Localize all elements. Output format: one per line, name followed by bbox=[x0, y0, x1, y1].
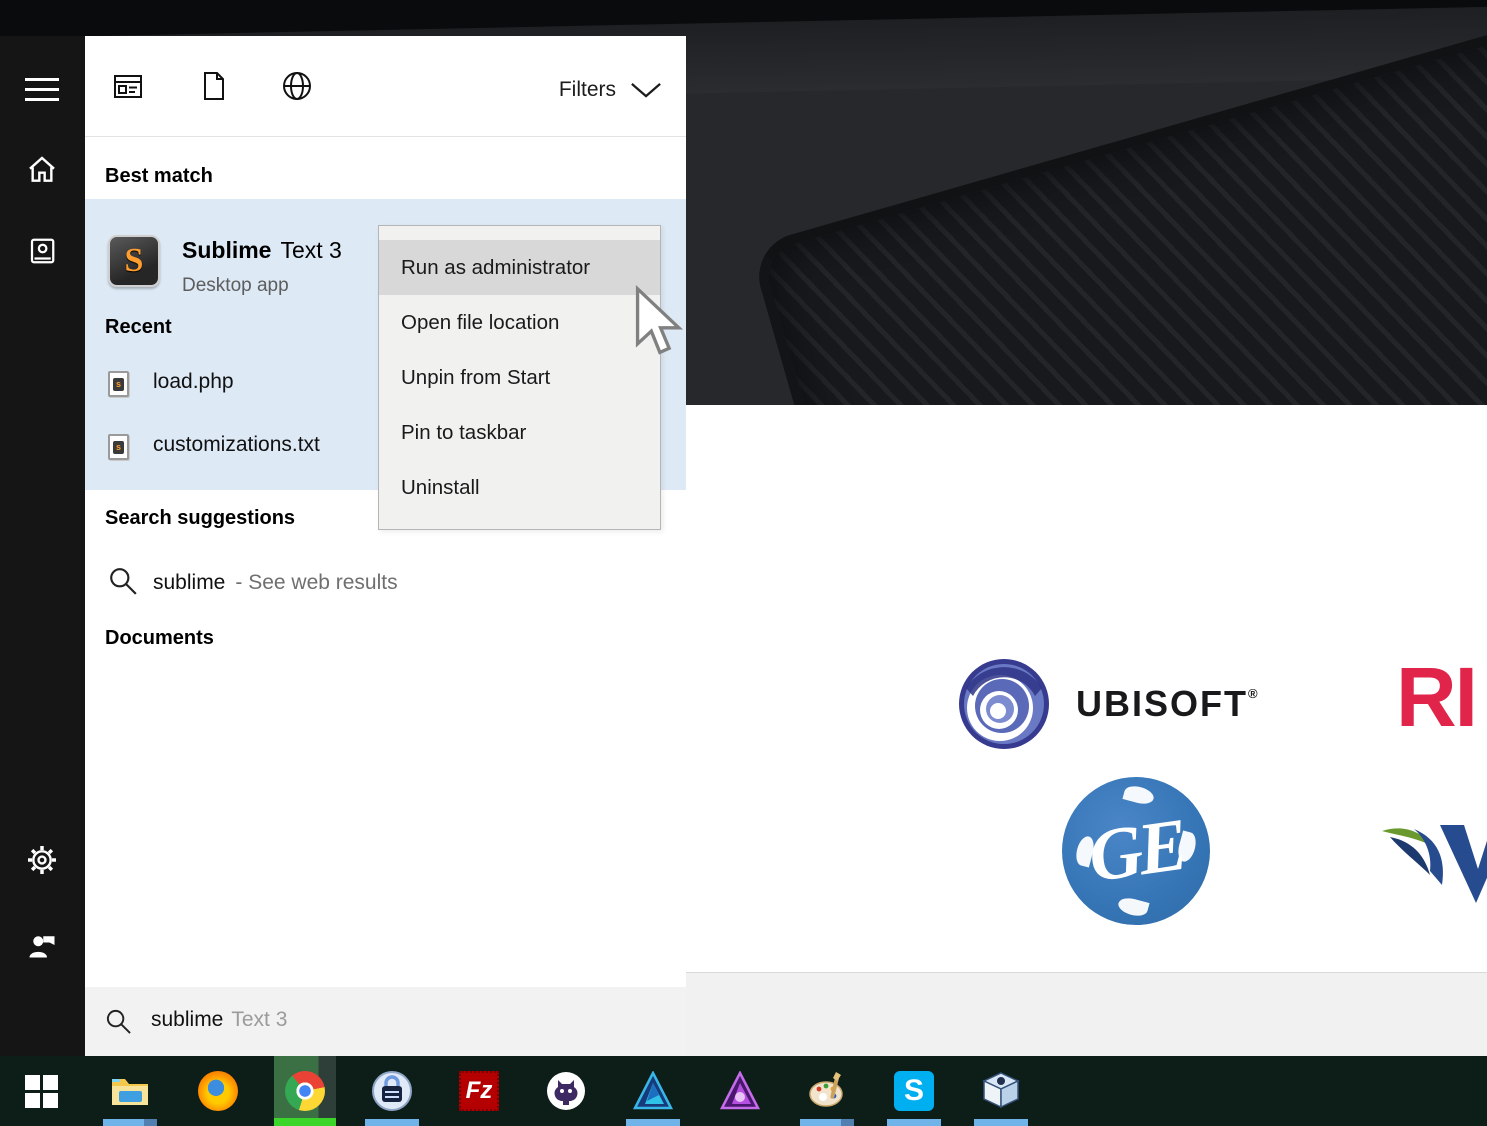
paint-palette-icon bbox=[807, 1071, 847, 1111]
github-icon bbox=[546, 1071, 586, 1111]
search-input-value: sublimeText 3 bbox=[151, 1008, 287, 1032]
context-menu: Run as administrator Open file location … bbox=[378, 225, 661, 530]
chevron-down-icon bbox=[630, 82, 662, 99]
firefox-icon bbox=[198, 1071, 238, 1111]
recent-item-label: load.php bbox=[153, 370, 234, 394]
search-icon bbox=[108, 566, 138, 596]
sublime-file-icon: s bbox=[108, 371, 129, 397]
documents-heading: Documents bbox=[105, 627, 214, 650]
taskbar: Fz bbox=[0, 1056, 1487, 1126]
web-suggestion-item[interactable]: sublime- See web results bbox=[85, 562, 686, 610]
filters-label: Filters bbox=[559, 78, 616, 102]
taskbar-paint[interactable] bbox=[796, 1056, 858, 1126]
windows-logo-icon bbox=[25, 1075, 58, 1108]
skype-icon: S bbox=[894, 1071, 934, 1111]
documents-tab-icon[interactable] bbox=[197, 70, 229, 102]
ubisoft-logo-icon bbox=[958, 658, 1050, 750]
search-icon bbox=[105, 1008, 132, 1035]
ge-swirl bbox=[1116, 895, 1149, 918]
taskbar-chrome-active[interactable] bbox=[274, 1056, 336, 1126]
menu-item-open-file-location[interactable]: Open file location bbox=[379, 295, 660, 350]
menu-item-unpin-from-start[interactable]: Unpin from Start bbox=[379, 350, 660, 405]
menu-item-pin-to-taskbar[interactable]: Pin to taskbar bbox=[379, 405, 660, 460]
menu-item-run-as-administrator[interactable]: Run as administrator bbox=[379, 240, 660, 295]
best-match-title: SublimeText 3 bbox=[182, 237, 342, 264]
keepass-icon bbox=[372, 1071, 412, 1111]
ubisoft-logo-text: UBISOFT® bbox=[1076, 683, 1260, 725]
recent-item-label: customizations.txt bbox=[153, 433, 320, 457]
taskbar-github[interactable] bbox=[535, 1056, 597, 1126]
virtualbox-icon bbox=[981, 1071, 1021, 1111]
sublime-text-icon: S bbox=[108, 235, 160, 287]
start-button[interactable] bbox=[10, 1056, 72, 1126]
red-partial-logo: RI bbox=[1396, 655, 1487, 745]
web-tab-icon[interactable] bbox=[281, 70, 313, 102]
taskbar-indicator bbox=[974, 1119, 1028, 1126]
apps-tab-icon[interactable] bbox=[112, 70, 144, 102]
affinity-designer-icon bbox=[633, 1071, 673, 1111]
best-match-heading: Best match bbox=[105, 165, 213, 188]
search-panel: Filters Best match S SublimeText 3 Deskt… bbox=[85, 36, 686, 1056]
ge-swirl bbox=[1122, 783, 1155, 806]
partial-corner-logo bbox=[1380, 823, 1487, 903]
sublime-file-icon: s bbox=[108, 434, 129, 460]
feedback-icon[interactable] bbox=[25, 928, 59, 962]
taskbar-affinity-photo[interactable] bbox=[709, 1056, 771, 1126]
search-suggestions-heading: Search suggestions bbox=[105, 507, 295, 530]
best-match-subtitle: Desktop app bbox=[182, 275, 289, 297]
suggestion-text: sublime- See web results bbox=[153, 571, 398, 595]
home-icon[interactable] bbox=[25, 153, 59, 187]
filezilla-icon: Fz bbox=[459, 1071, 499, 1111]
ge-monogram: GE bbox=[1083, 802, 1189, 899]
search-sidebar bbox=[0, 36, 85, 1056]
desktop: UBISOFT® RI GE bbox=[0, 0, 1487, 1126]
ge-logo: GE bbox=[1062, 777, 1210, 925]
menu-item-uninstall[interactable]: Uninstall bbox=[379, 460, 660, 515]
taskbar-indicator bbox=[626, 1119, 680, 1126]
settings-gear-icon[interactable] bbox=[25, 843, 59, 877]
taskbar-virtualbox[interactable] bbox=[970, 1056, 1032, 1126]
taskbar-affinity-designer[interactable] bbox=[622, 1056, 684, 1126]
taskbar-indicator bbox=[800, 1119, 854, 1126]
taskbar-filezilla[interactable]: Fz bbox=[448, 1056, 510, 1126]
notebook-icon[interactable] bbox=[25, 234, 59, 268]
header-divider bbox=[85, 136, 686, 137]
taskbar-indicator bbox=[365, 1119, 419, 1126]
taskbar-file-explorer[interactable] bbox=[99, 1056, 161, 1126]
menu-icon[interactable] bbox=[25, 72, 59, 106]
search-input[interactable]: sublimeText 3 bbox=[85, 987, 686, 1056]
filters-dropdown[interactable]: Filters bbox=[559, 78, 662, 102]
taskbar-keepass[interactable] bbox=[361, 1056, 423, 1126]
taskbar-skype[interactable]: S bbox=[883, 1056, 945, 1126]
affinity-photo-icon bbox=[720, 1071, 760, 1111]
taskbar-firefox[interactable] bbox=[187, 1056, 249, 1126]
taskbar-indicator bbox=[103, 1119, 157, 1126]
taskbar-indicator bbox=[887, 1119, 941, 1126]
taskbar-active-indicator bbox=[274, 1118, 336, 1126]
file-explorer-icon bbox=[110, 1071, 150, 1111]
recent-heading: Recent bbox=[105, 316, 172, 339]
chrome-icon bbox=[285, 1071, 325, 1111]
mouse-cursor bbox=[632, 283, 684, 363]
